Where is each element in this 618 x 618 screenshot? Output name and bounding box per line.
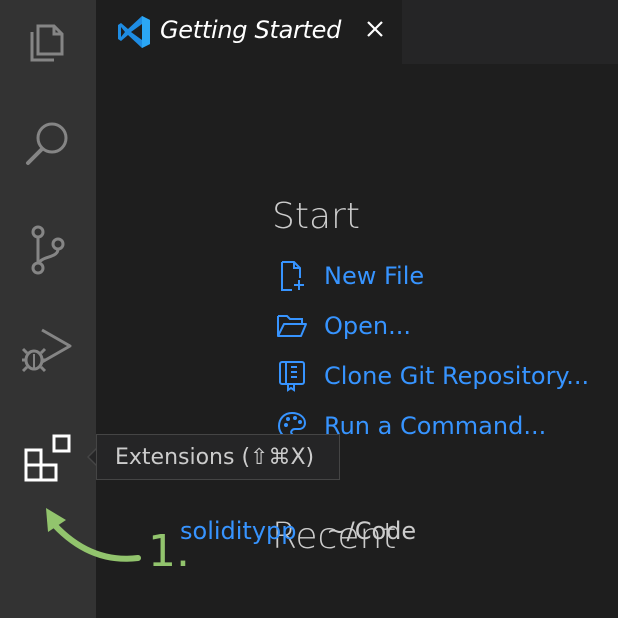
extensions-icon xyxy=(24,434,71,482)
repo-clone-icon xyxy=(279,361,305,392)
annotation-arrow-icon xyxy=(46,508,141,562)
start-new-file-label[interactable]: New File xyxy=(324,262,424,290)
start-heading: Start xyxy=(272,196,360,237)
tab-title: Getting Started xyxy=(160,16,342,44)
annotation-step-number: 1. xyxy=(148,526,190,577)
activity-explorer[interactable] xyxy=(0,0,96,90)
extensions-tooltip: Extensions (⇧⌘X) xyxy=(96,434,340,480)
recent-item: soliditypp ~/Code xyxy=(180,517,416,545)
new-file-icon xyxy=(281,261,304,291)
tab-getting-started[interactable]: Getting Started xyxy=(96,0,402,64)
start-new-file[interactable]: New File xyxy=(276,258,424,294)
activity-search[interactable] xyxy=(0,96,96,192)
recent-item-path: ~/Code xyxy=(326,517,417,545)
search-icon xyxy=(26,122,68,165)
activity-run-debug[interactable] xyxy=(0,302,96,398)
run-debug-icon xyxy=(21,328,72,373)
start-clone-repo-label[interactable]: Clone Git Repository... xyxy=(324,362,589,390)
files-icon xyxy=(30,24,64,62)
start-clone-repo[interactable]: Clone Git Repository... xyxy=(276,358,589,394)
tooltip-text: Extensions (⇧⌘X) xyxy=(115,444,315,470)
close-icon[interactable] xyxy=(364,18,386,40)
source-control-icon xyxy=(31,225,65,275)
start-open[interactable]: Open... xyxy=(276,308,411,344)
recent-item-name[interactable]: soliditypp xyxy=(180,517,297,545)
tab-bar: Getting Started xyxy=(96,0,618,64)
start-run-command-label[interactable]: Run a Command... xyxy=(324,412,546,440)
folder-open-icon xyxy=(277,315,307,337)
activity-source-control[interactable] xyxy=(0,202,96,298)
activity-extensions[interactable] xyxy=(0,410,96,506)
start-open-label[interactable]: Open... xyxy=(324,312,411,340)
vscode-logo-icon xyxy=(118,16,150,48)
